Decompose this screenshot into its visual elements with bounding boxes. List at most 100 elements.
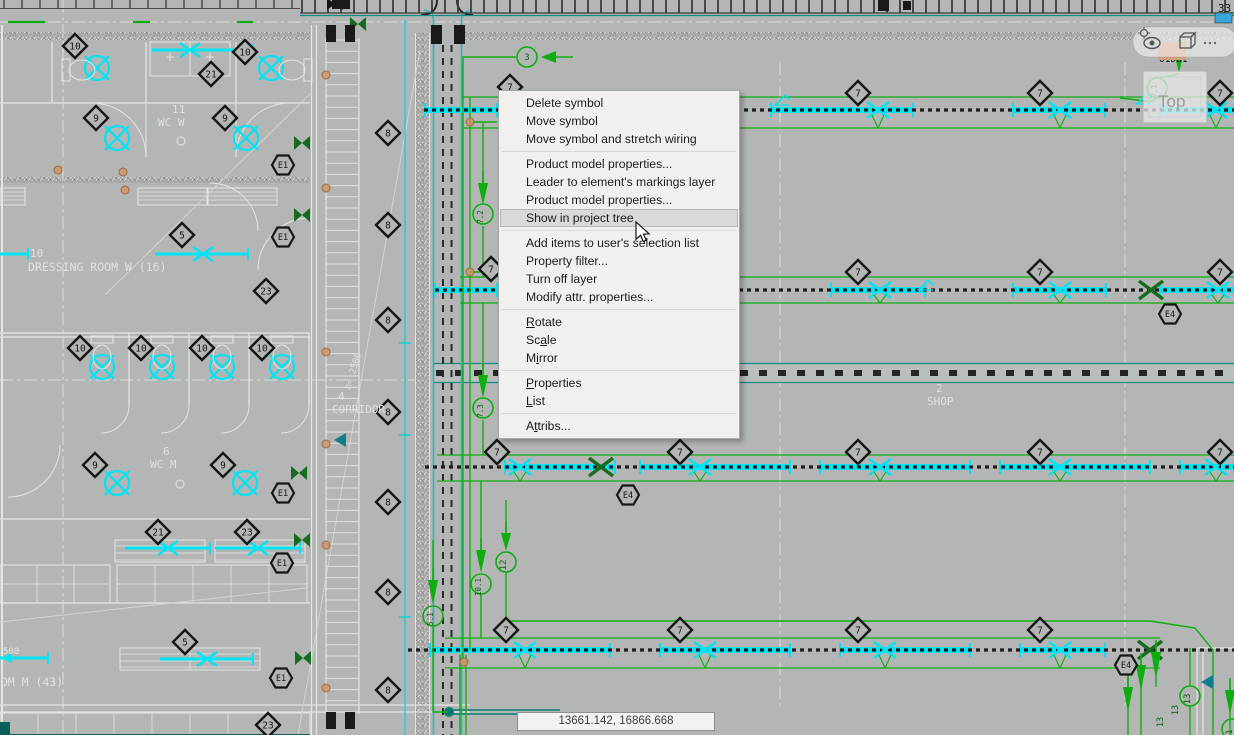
coordinate-readout: 13661.142, 16866.668	[517, 712, 715, 731]
svg-text:8: 8	[385, 316, 391, 327]
junction-dot	[466, 118, 474, 126]
menu-separator	[502, 151, 736, 152]
hexagon-symbol: E4	[1159, 305, 1181, 324]
column	[326, 25, 336, 42]
svg-text:8: 8	[385, 588, 391, 599]
column	[903, 1, 911, 10]
menu-item-turn-off-layer[interactable]: Turn off layer	[500, 270, 738, 288]
svg-text:7.2: 7.2	[476, 210, 485, 224]
svg-text:7: 7	[855, 626, 861, 637]
more-options-dots[interactable]	[1204, 42, 1216, 44]
menu-item-move-symbol-stretch[interactable]: Move symbol and stretch wiring	[500, 130, 738, 148]
menu-item-add-items-selection[interactable]: Add items to user's selection list	[500, 234, 738, 252]
svg-text:12: 12	[499, 560, 509, 571]
column	[878, 0, 889, 11]
svg-text:9: 9	[220, 461, 226, 472]
room-name-wcw: WC W	[158, 116, 185, 129]
menu-item-product-model-properties-2[interactable]: Product model properties...	[500, 191, 738, 209]
room-num-dressing: 10	[30, 247, 43, 260]
menu-item-property-filter[interactable]: Property filter...	[500, 252, 738, 270]
column	[332, 0, 350, 9]
svg-text:7: 7	[488, 265, 494, 276]
svg-text:9: 9	[222, 114, 228, 125]
menu-item-leader-markings[interactable]: Leader to element's markings layer	[500, 173, 738, 191]
svg-text:21: 21	[205, 70, 217, 81]
menu-item-product-model-properties-1[interactable]: Product model properties...	[500, 155, 738, 173]
room-name-corridor: CORRIDOR	[332, 403, 385, 416]
room-name-roomm: ROOM M (43)	[0, 675, 63, 689]
navigation-bar	[1133, 27, 1234, 57]
cad-application-window: { "window": { "coordinate_readout": "136…	[0, 0, 1234, 735]
menu-separator	[502, 370, 736, 371]
wire-number-label: 13	[1171, 705, 1181, 715]
svg-text:8: 8	[385, 129, 391, 140]
svg-text:10: 10	[196, 344, 208, 355]
svg-text:7: 7	[1037, 626, 1043, 637]
dim-left: 500	[3, 647, 19, 657]
svg-text:E4: E4	[1121, 661, 1131, 671]
svg-text:E1: E1	[278, 233, 288, 243]
svg-text:E1: E1	[277, 559, 287, 569]
svg-text:13: 13	[1183, 694, 1193, 705]
hexagon-symbol: E1	[271, 554, 293, 573]
svg-text:23: 23	[260, 287, 271, 298]
menu-item-list[interactable]: List	[500, 392, 738, 410]
menu-separator	[502, 413, 736, 414]
svg-text:7: 7	[677, 448, 683, 459]
menu-item-scale[interactable]: Scale	[500, 331, 738, 349]
svg-text:10: 10	[239, 48, 251, 59]
svg-text:7: 7	[1217, 89, 1223, 100]
svg-text:E1: E1	[276, 674, 286, 684]
svg-text:10: 10	[135, 344, 147, 355]
svg-text:23: 23	[241, 528, 252, 539]
svg-text:7: 7	[1037, 268, 1043, 279]
room-num-shop: 2	[936, 382, 943, 395]
svg-text:13: 13	[1156, 717, 1166, 727]
svg-text:7: 7	[503, 626, 509, 637]
menu-item-mirror[interactable]: Mirror	[500, 349, 738, 367]
menu-item-attribs[interactable]: Attribs...	[500, 417, 738, 435]
svg-text:7: 7	[855, 89, 861, 100]
svg-text:10.1: 10.1	[474, 578, 483, 596]
menu-item-move-symbol[interactable]: Move symbol	[500, 112, 738, 130]
menu-item-properties[interactable]: Properties	[500, 374, 738, 392]
junction-dot	[54, 166, 62, 174]
svg-text:9: 9	[92, 461, 98, 472]
svg-text:1: 1	[1225, 729, 1234, 734]
column	[454, 25, 465, 44]
svg-text:23: 23	[262, 721, 273, 732]
hexagon-symbol: E4	[1115, 656, 1137, 675]
room-name-dressing: DRESSING ROOM W (16)	[28, 260, 166, 274]
junction-dot	[322, 348, 330, 356]
wire-number-label: 13	[1156, 717, 1166, 727]
column	[431, 25, 442, 44]
junction-dot	[460, 658, 468, 666]
junction-dot	[322, 684, 330, 692]
junction-dot	[121, 186, 129, 194]
menu-item-show-in-project-tree[interactable]: Show in project tree	[500, 209, 738, 227]
svg-text:7: 7	[855, 448, 861, 459]
svg-text:7: 7	[1037, 448, 1043, 459]
svg-text:E1: E1	[278, 489, 288, 499]
junction-dot	[119, 168, 127, 176]
menu-item-rotate[interactable]: Rotate	[500, 313, 738, 331]
svg-text:5: 5	[179, 231, 185, 242]
junction-dot	[322, 71, 330, 79]
junction-dot	[466, 268, 474, 276]
junction-dot	[322, 440, 330, 448]
viewcube-face-label[interactable]: Top	[1158, 92, 1185, 111]
menu-item-delete-symbol[interactable]: Delete symbol	[500, 94, 738, 112]
hexagon-symbol: E1	[272, 156, 294, 175]
viewcube[interactable]: Top	[1143, 71, 1207, 123]
svg-text:3: 3	[524, 53, 529, 63]
svg-text:7: 7	[1037, 89, 1043, 100]
hexagon-symbol: E1	[272, 484, 294, 503]
junction-dot	[322, 541, 330, 549]
hexagon-symbol: E1	[270, 669, 292, 688]
menu-item-modify-attr[interactable]: Modify attr. properties...	[500, 288, 738, 306]
svg-text:E4: E4	[1165, 310, 1175, 320]
svg-text:10: 10	[256, 344, 268, 355]
column	[326, 712, 336, 729]
column	[345, 25, 355, 42]
svg-text:5: 5	[182, 638, 188, 649]
